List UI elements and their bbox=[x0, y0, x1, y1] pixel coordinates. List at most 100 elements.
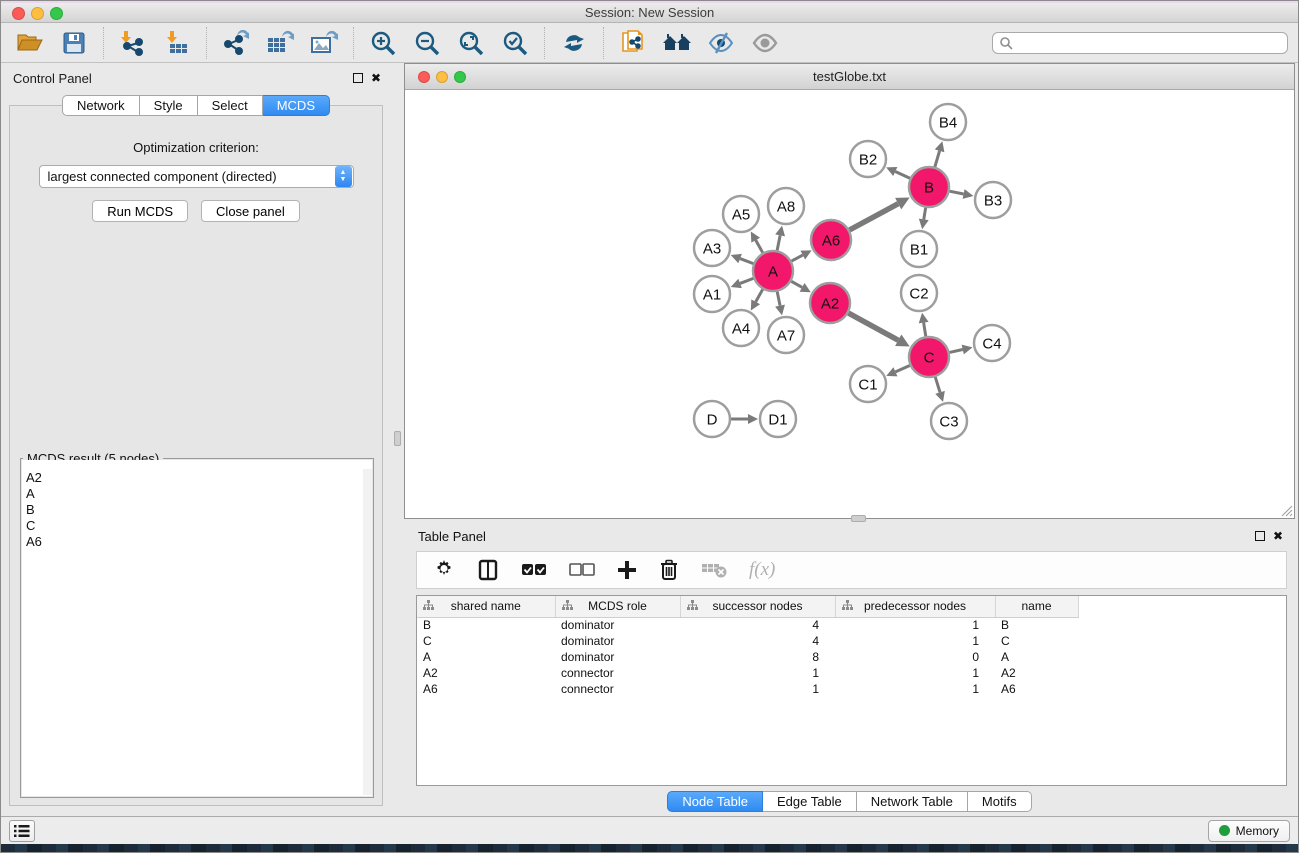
export-image-icon[interactable] bbox=[309, 28, 339, 58]
delete-column-trash-icon[interactable] bbox=[659, 559, 679, 581]
zoom-in-icon[interactable] bbox=[368, 28, 398, 58]
table-float-panel-icon[interactable] bbox=[1255, 531, 1265, 541]
close-window-button[interactable] bbox=[12, 7, 25, 20]
minimize-window-button[interactable] bbox=[31, 7, 44, 20]
export-table-icon[interactable] bbox=[265, 28, 295, 58]
table-cell[interactable]: A2 bbox=[417, 665, 555, 681]
mcds-result-item[interactable]: C bbox=[26, 518, 370, 534]
table-cell[interactable]: 4 bbox=[680, 617, 835, 633]
mcds-result-item[interactable]: A bbox=[26, 486, 370, 502]
import-table-icon[interactable] bbox=[162, 28, 192, 58]
table-cell[interactable]: A bbox=[995, 649, 1078, 665]
table-row[interactable]: A6connector11A6 bbox=[417, 681, 1286, 697]
function-builder-icon[interactable]: f(x) bbox=[749, 559, 775, 581]
graph-edge-A-A6[interactable] bbox=[792, 255, 803, 261]
network-graph[interactable]: B4B2BB3A8A5A6A3B1AA1C2A2A4A7C4CC1DD1C3 bbox=[405, 90, 1297, 518]
search-field[interactable] bbox=[992, 32, 1288, 54]
float-panel-icon[interactable] bbox=[353, 73, 363, 83]
graph-edge-B-B2[interactable] bbox=[895, 172, 910, 179]
column-header-successor-nodes[interactable]: successor nodes bbox=[680, 596, 835, 617]
table-row[interactable]: Bdominator41B bbox=[417, 617, 1286, 633]
run-mcds-button[interactable]: Run MCDS bbox=[92, 200, 188, 222]
column-header-mcds-role[interactable]: MCDS role bbox=[555, 596, 680, 617]
table-cell[interactable]: 4 bbox=[680, 633, 835, 649]
table-cell[interactable]: connector bbox=[555, 665, 680, 681]
task-history-button[interactable] bbox=[9, 820, 35, 842]
table-cell[interactable]: 1 bbox=[835, 681, 995, 697]
tab-mcds[interactable]: MCDS bbox=[263, 95, 330, 116]
table-cell[interactable]: A6 bbox=[995, 681, 1078, 697]
tab-edge-table[interactable]: Edge Table bbox=[763, 791, 857, 812]
table-cell[interactable]: dominator bbox=[555, 633, 680, 649]
tab-network[interactable]: Network bbox=[62, 95, 140, 116]
graph-edge-A6-B[interactable] bbox=[849, 204, 898, 230]
zoom-out-icon[interactable] bbox=[412, 28, 442, 58]
table-cell[interactable]: A6 bbox=[417, 681, 555, 697]
deselect-all-columns-icon[interactable] bbox=[569, 563, 595, 577]
table-row[interactable]: A2connector11A2 bbox=[417, 665, 1286, 681]
graph-edge-A-A1[interactable] bbox=[740, 278, 753, 283]
close-panel-icon[interactable]: ✖ bbox=[371, 72, 381, 84]
zoom-fit-icon[interactable] bbox=[456, 28, 486, 58]
resize-grip-icon[interactable] bbox=[1280, 504, 1293, 517]
memory-button[interactable]: Memory bbox=[1208, 820, 1290, 842]
save-session-icon[interactable] bbox=[59, 28, 89, 58]
horizontal-splitter-handle[interactable] bbox=[851, 515, 866, 522]
search-input[interactable] bbox=[1013, 36, 1281, 50]
column-header-shared-name[interactable]: shared name bbox=[417, 596, 555, 617]
graph-edge-A-A5[interactable] bbox=[756, 240, 763, 253]
graph-edge-A-A7[interactable] bbox=[777, 292, 780, 306]
column-layout-icon[interactable] bbox=[477, 559, 499, 581]
clone-network-icon[interactable] bbox=[618, 28, 648, 58]
table-row[interactable]: Adominator80A bbox=[417, 649, 1286, 665]
table-cell[interactable]: 1 bbox=[680, 665, 835, 681]
table-row[interactable]: Cdominator41C bbox=[417, 633, 1286, 649]
table-cell[interactable]: C bbox=[995, 633, 1078, 649]
graph-edge-C-C2[interactable] bbox=[924, 323, 926, 337]
graph-edge-A-A2[interactable] bbox=[791, 281, 802, 287]
zoom-selected-icon[interactable] bbox=[500, 28, 530, 58]
zoom-window-button[interactable] bbox=[50, 7, 63, 20]
tab-node-table[interactable]: Node Table bbox=[667, 791, 763, 812]
import-network-icon[interactable] bbox=[118, 28, 148, 58]
graph-edge-B-B1[interactable] bbox=[924, 208, 926, 220]
graph-edge-C-C1[interactable] bbox=[895, 365, 909, 371]
graph-edge-A-A3[interactable] bbox=[740, 259, 753, 264]
table-cell[interactable]: 1 bbox=[835, 633, 995, 649]
close-panel-button[interactable]: Close panel bbox=[201, 200, 300, 222]
table-cell[interactable]: connector bbox=[555, 681, 680, 697]
table-close-panel-icon[interactable]: ✖ bbox=[1273, 530, 1283, 542]
tab-select[interactable]: Select bbox=[198, 95, 263, 116]
graph-edge-C-C4[interactable] bbox=[949, 350, 962, 353]
column-header-predecessor-nodes[interactable]: predecessor nodes bbox=[835, 596, 995, 617]
tab-style[interactable]: Style bbox=[140, 95, 198, 116]
graph-edge-B-B3[interactable] bbox=[950, 191, 964, 194]
open-session-icon[interactable] bbox=[15, 28, 45, 58]
table-cell[interactable]: 0 bbox=[835, 649, 995, 665]
tab-network-table[interactable]: Network Table bbox=[857, 791, 968, 812]
delete-table-icon[interactable] bbox=[701, 561, 727, 579]
table-cell[interactable]: A bbox=[417, 649, 555, 665]
table-cell[interactable]: A2 bbox=[995, 665, 1078, 681]
table-cell[interactable]: 1 bbox=[835, 665, 995, 681]
select-all-columns-icon[interactable] bbox=[521, 563, 547, 577]
table-cell[interactable]: dominator bbox=[555, 617, 680, 633]
table-cell[interactable]: B bbox=[417, 617, 555, 633]
table-cell[interactable]: C bbox=[417, 633, 555, 649]
network-zoom-button[interactable] bbox=[454, 71, 466, 83]
network-window-titlebar[interactable]: testGlobe.txt bbox=[405, 64, 1294, 90]
criterion-dropdown[interactable]: largest connected component (directed) ▲… bbox=[39, 165, 354, 188]
splitter-handle-icon[interactable] bbox=[394, 431, 401, 446]
graph-edge-C-C3[interactable] bbox=[935, 377, 940, 392]
network-canvas[interactable]: B4B2BB3A8A5A6A3B1AA1C2A2A4A7C4CC1DD1C3 bbox=[405, 90, 1294, 518]
tab-motifs[interactable]: Motifs bbox=[968, 791, 1032, 812]
table-cell[interactable]: 1 bbox=[680, 681, 835, 697]
table-settings-gear-icon[interactable] bbox=[433, 559, 455, 581]
mcds-result-item[interactable]: A2 bbox=[26, 470, 370, 486]
mcds-result-list[interactable]: A2ABCA6 bbox=[22, 460, 372, 796]
table-cell[interactable]: 8 bbox=[680, 649, 835, 665]
vertical-splitter[interactable] bbox=[391, 63, 404, 816]
graph-edge-A-A8[interactable] bbox=[777, 235, 780, 250]
refresh-layout-icon[interactable] bbox=[559, 28, 589, 58]
graph-edge-A2-C[interactable] bbox=[848, 313, 898, 340]
